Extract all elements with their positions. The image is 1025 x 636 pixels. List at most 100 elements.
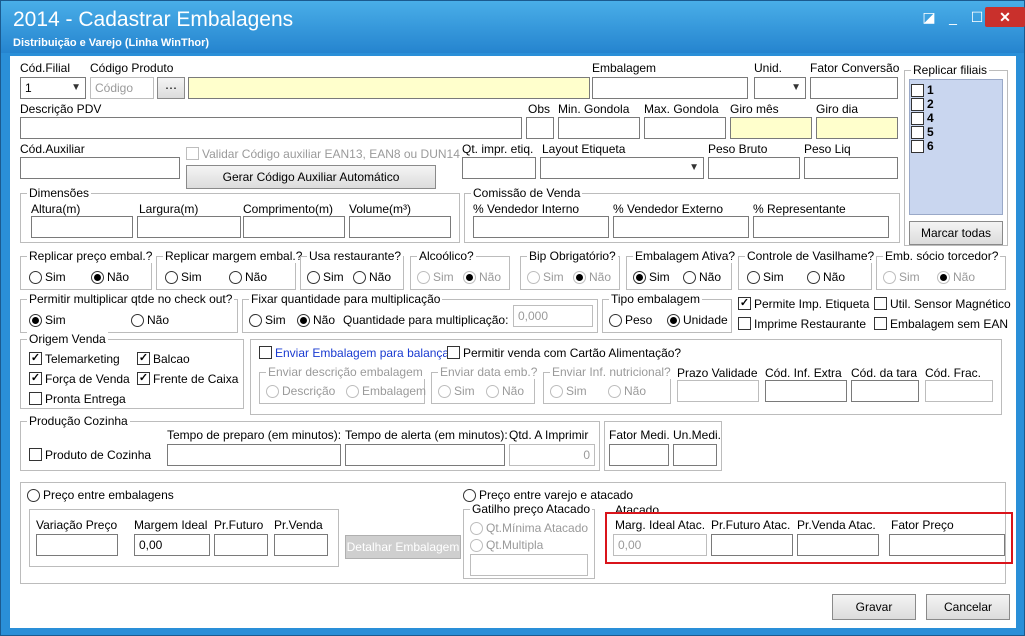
layout-etiqueta-select[interactable]: ▼ <box>540 157 704 179</box>
imprime-restaurante-checkbox[interactable] <box>738 317 751 330</box>
pronta-entrega-checkbox[interactable] <box>29 392 42 405</box>
margem-ideal-input[interactable]: 0,00 <box>134 534 210 556</box>
peso-liq-input[interactable] <box>804 157 898 179</box>
altura-input[interactable] <box>31 216 133 238</box>
forca-venda-checkbox[interactable]: ✓ <box>29 372 42 385</box>
minimize-icon[interactable]: _ <box>943 7 963 27</box>
sim-radio[interactable] <box>249 314 262 327</box>
cancelar-button[interactable]: Cancelar <box>926 594 1010 620</box>
fator-conversao-input[interactable] <box>810 77 898 99</box>
preco-varejo-atacado-radio[interactable] <box>463 489 476 502</box>
fator-medi-input[interactable] <box>609 444 669 466</box>
codigo-produto-input[interactable]: Código <box>90 77 154 99</box>
nao-radio[interactable] <box>807 271 820 284</box>
sim-radio[interactable] <box>417 271 430 284</box>
sim-radio[interactable] <box>307 271 320 284</box>
descricao-radio[interactable] <box>266 385 279 398</box>
enviar-balanca-checkbox[interactable] <box>259 346 272 359</box>
vendedor-interno-input[interactable] <box>473 216 609 238</box>
sim-radio[interactable] <box>633 271 646 284</box>
filial-checkbox[interactable] <box>911 140 924 153</box>
cod-frac-input[interactable] <box>925 380 993 402</box>
filial-checkbox[interactable] <box>911 126 924 139</box>
comprimento-input[interactable] <box>243 216 345 238</box>
nao-radio[interactable] <box>353 271 366 284</box>
telemarketing-checkbox[interactable]: ✓ <box>29 352 42 365</box>
un-medi-input[interactable] <box>673 444 717 466</box>
nao-radio[interactable] <box>229 271 242 284</box>
min-gondola-input[interactable] <box>558 117 640 139</box>
maximize-icon[interactable]: ☐ <box>967 7 987 27</box>
sim-radio[interactable] <box>165 271 178 284</box>
sim-radio[interactable] <box>747 271 760 284</box>
qt-minima-radio[interactable] <box>470 522 483 535</box>
pr-venda-input[interactable] <box>274 534 328 556</box>
sim-radio[interactable] <box>29 271 42 284</box>
tempo-preparo-input[interactable] <box>167 444 341 466</box>
frente-caixa-checkbox[interactable]: ✓ <box>137 372 150 385</box>
nao-radio[interactable] <box>131 314 144 327</box>
nao-radio[interactable] <box>608 385 621 398</box>
comissao-group: Comissão de Venda % Vendedor Interno % V… <box>464 186 900 243</box>
max-gondola-input[interactable] <box>644 117 726 139</box>
variacao-preco-input[interactable] <box>36 534 118 556</box>
nao-radio[interactable] <box>683 271 696 284</box>
descricao-pdv-input[interactable] <box>20 117 522 139</box>
cod-auxiliar-input[interactable] <box>20 157 180 179</box>
qtd-imprimir-input[interactable]: 0 <box>509 444 595 466</box>
nao-radio[interactable] <box>91 271 104 284</box>
close-icon[interactable]: ✕ <box>985 7 1025 27</box>
gatilho-valor-input[interactable] <box>470 554 588 576</box>
embalagem-input[interactable] <box>592 77 748 99</box>
search-product-icon[interactable]: ⋯ <box>157 77 185 99</box>
embalagem-sem-ean-checkbox[interactable] <box>874 317 887 330</box>
sim-radio[interactable] <box>527 271 540 284</box>
produto-cozinha-checkbox[interactable] <box>29 448 42 461</box>
validar-codigo-checkbox[interactable] <box>186 147 199 160</box>
nao-radio[interactable] <box>937 271 950 284</box>
quantidade-multiplicacao-input[interactable]: 0,000 <box>513 305 593 327</box>
detalhar-embalagem-button[interactable]: Detalhar Embalagem <box>345 535 461 559</box>
cod-filial-select[interactable]: 1 ▼ <box>20 77 86 99</box>
sim-radio[interactable] <box>29 314 42 327</box>
gerar-codigo-button[interactable]: Gerar Código Auxiliar Automático <box>186 165 436 189</box>
sim-radio[interactable] <box>883 271 896 284</box>
largura-input[interactable] <box>137 216 241 238</box>
obs-input[interactable] <box>526 117 554 139</box>
giro-mes-input[interactable] <box>730 117 812 139</box>
qt-impr-input[interactable] <box>462 157 536 179</box>
cod-inf-extra-input[interactable] <box>765 380 847 402</box>
volume-input[interactable] <box>349 216 451 238</box>
sim-radio[interactable] <box>550 385 563 398</box>
unid-select[interactable]: ▼ <box>754 77 806 99</box>
filial-checkbox[interactable] <box>911 112 924 125</box>
unidade-radio[interactable] <box>667 314 680 327</box>
vendedor-externo-input[interactable] <box>613 216 749 238</box>
cod-tara-input[interactable] <box>851 380 919 402</box>
giro-dia-input[interactable] <box>816 117 898 139</box>
pr-futuro-input[interactable] <box>214 534 268 556</box>
gravar-button[interactable]: Gravar <box>832 594 916 620</box>
nao-radio[interactable] <box>486 385 499 398</box>
edit-icon[interactable]: ◪ <box>919 7 939 27</box>
nao-radio[interactable] <box>463 271 476 284</box>
permitir-cartao-checkbox[interactable] <box>447 346 460 359</box>
permite-imp-etiqueta-checkbox[interactable]: ✓ <box>738 297 751 310</box>
dimensoes-group: Dimensões Altura(m) Largura(m) Comprimen… <box>20 186 460 243</box>
balcao-checkbox[interactable]: ✓ <box>137 352 150 365</box>
nao-radio[interactable] <box>573 271 586 284</box>
qt-multipla-radio[interactable] <box>470 539 483 552</box>
util-sensor-checkbox[interactable] <box>874 297 887 310</box>
filial-checkbox[interactable] <box>911 84 924 97</box>
prazo-validade-input[interactable] <box>677 380 759 402</box>
tempo-alerta-input[interactable] <box>345 444 505 466</box>
sim-radio[interactable] <box>438 385 451 398</box>
peso-radio[interactable] <box>609 314 622 327</box>
filial-checkbox[interactable] <box>911 98 924 111</box>
nao-radio[interactable] <box>297 314 310 327</box>
preco-entre-embalagens-radio[interactable] <box>27 489 40 502</box>
peso-bruto-input[interactable] <box>708 157 800 179</box>
marcar-todas-button[interactable]: Marcar todas <box>909 221 1003 245</box>
embalagem-radio[interactable] <box>346 385 359 398</box>
representante-input[interactable] <box>753 216 889 238</box>
